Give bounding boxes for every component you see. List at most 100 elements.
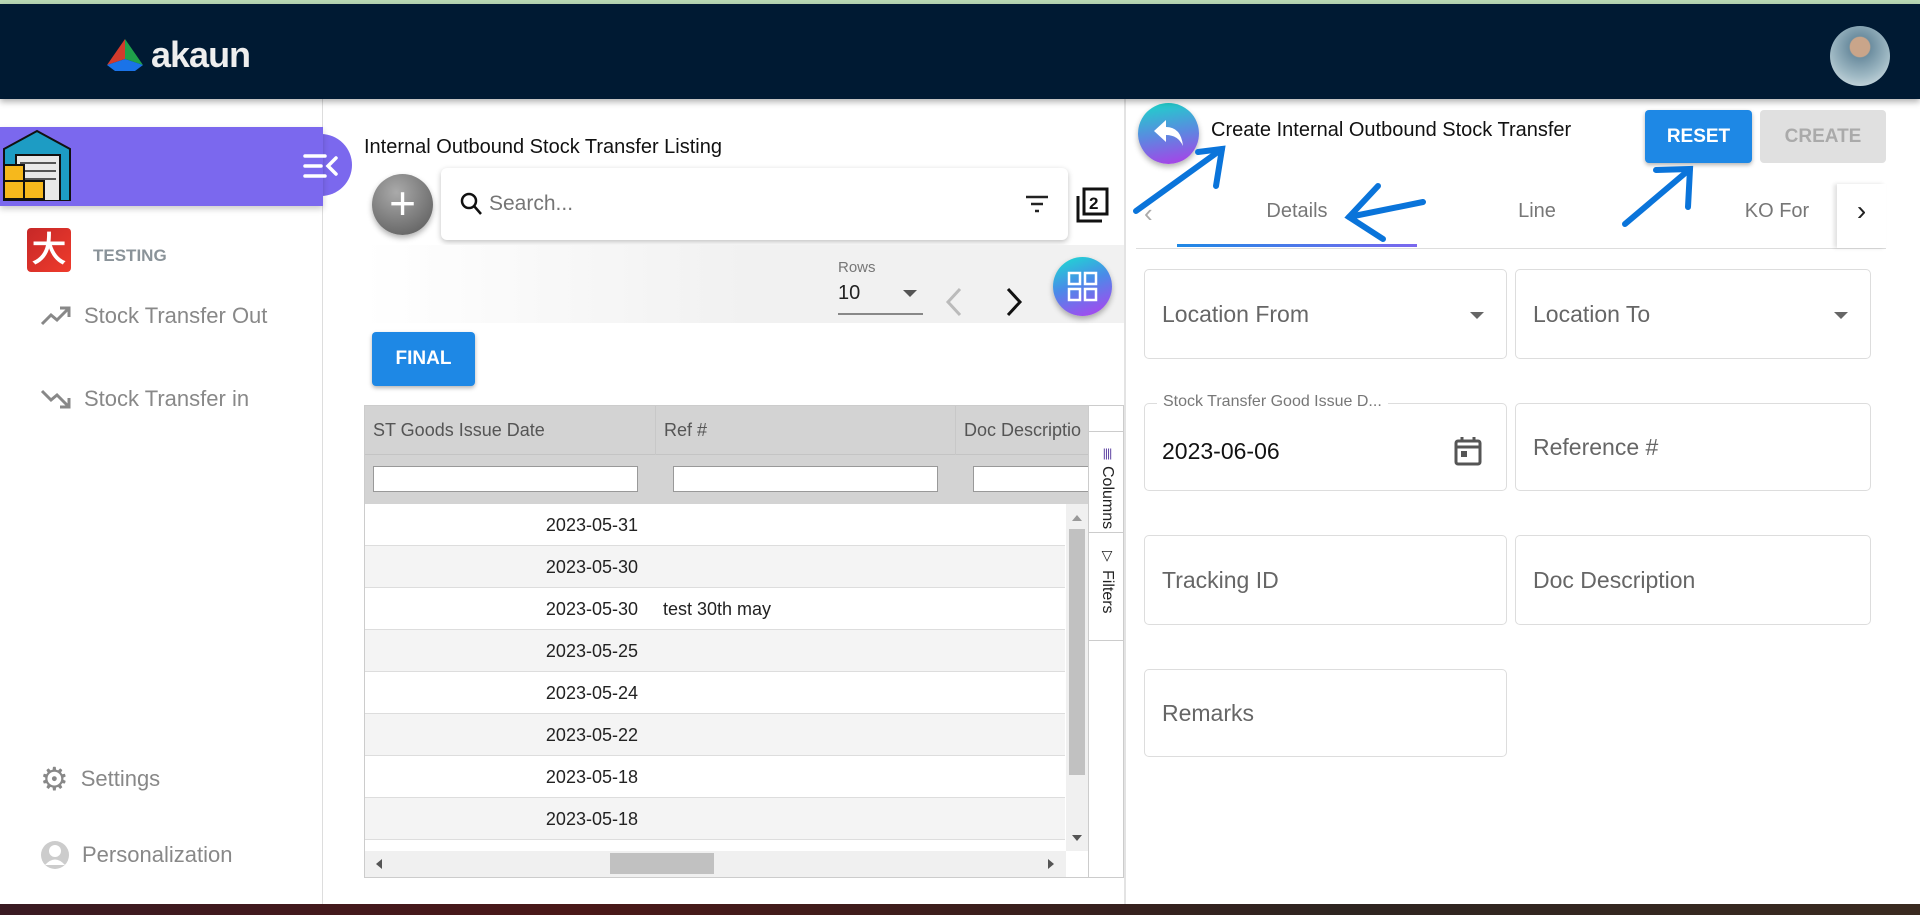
doc-description-filter-input[interactable] — [973, 466, 1093, 492]
scroll-right-icon[interactable] — [1048, 859, 1059, 869]
reference-input[interactable]: Reference # — [1515, 403, 1871, 491]
field-label: Location From — [1162, 300, 1310, 327]
columns-tab-label: Columns — [1099, 466, 1116, 530]
field-label: Reference # — [1533, 433, 1659, 460]
tab-details[interactable]: Details — [1177, 184, 1417, 248]
trending-down-icon — [40, 389, 71, 409]
cell-ref: test 30th may — [663, 599, 772, 619]
gear-icon: ⚙ — [40, 761, 69, 797]
calendar-icon[interactable] — [1454, 436, 1482, 466]
columns-tab[interactable]: |||| Columns — [1089, 431, 1123, 533]
scroll-down-icon[interactable] — [1072, 835, 1082, 846]
search-icon — [460, 192, 482, 215]
sidebar-item-label: Stock Transfer Out — [84, 303, 268, 328]
field-floating-label: Stock Transfer Good Issue D... — [1157, 393, 1388, 411]
cell-date: 2023-05-30 — [545, 599, 638, 619]
rows-value: 10 — [838, 282, 861, 304]
listing-title: Internal Outbound Stock Transfer Listing — [364, 136, 722, 158]
location-from-select[interactable]: Location From — [1144, 269, 1507, 359]
sidebar-item-settings[interactable]: ⚙ Settings — [40, 760, 160, 798]
table-row[interactable]: 2023-05-30 — [365, 546, 1065, 588]
search-bar — [441, 168, 1068, 240]
create-button[interactable]: CREATE — [1760, 110, 1886, 163]
cell-date: 2023-05-18 — [545, 809, 638, 829]
cell-date: 2023-05-22 — [545, 725, 638, 745]
table-header: ST Goods Issue Date Ref # Doc Descriptio — [365, 406, 1088, 455]
column-header-date[interactable]: ST Goods Issue Date — [365, 406, 655, 455]
table-row[interactable]: 2023-05-30 test 30th may — [365, 588, 1065, 630]
ref-filter-input[interactable] — [673, 466, 938, 492]
table-row[interactable]: 2023-05-31 — [365, 504, 1065, 546]
tabs-next-icon[interactable]: › — [1837, 184, 1886, 248]
table-row[interactable]: 2023-05-24 — [365, 672, 1065, 714]
column-header-ref[interactable]: Ref # — [655, 406, 955, 455]
reset-button[interactable]: RESET — [1645, 110, 1752, 163]
cell-date: 2023-05-30 — [545, 557, 638, 577]
tracking-id-input[interactable]: Tracking ID — [1144, 535, 1507, 625]
cell-date: 2023-05-24 — [545, 683, 638, 703]
sidebar-item-personalization[interactable]: Personalization — [40, 840, 232, 870]
filter-list-icon[interactable] — [1024, 194, 1050, 214]
scroll-up-icon[interactable] — [1072, 510, 1082, 521]
copy-2-icon[interactable]: 2 — [1075, 187, 1109, 223]
table-row[interactable]: 2023-05-18 — [365, 798, 1065, 840]
listing-table: ST Goods Issue Date Ref # Doc Descriptio… — [364, 405, 1124, 878]
filter-row — [365, 455, 1093, 504]
date-filter-input[interactable] — [373, 466, 638, 492]
form-tabs: ‹ Details Line KO For › — [1136, 184, 1886, 249]
sidebar-item-label: Personalization — [82, 842, 233, 867]
sidebar-item-label: Settings — [80, 766, 161, 791]
issue-date-value: 2023-06-06 — [1162, 437, 1280, 464]
horizontal-scrollbar[interactable] — [365, 851, 1066, 877]
sidebar-item-stock-transfer-in[interactable]: Stock Transfer in — [40, 386, 249, 412]
field-label: Remarks — [1162, 699, 1255, 726]
rows-select[interactable]: 10 — [838, 282, 923, 315]
tab-line[interactable]: Line — [1417, 184, 1657, 248]
search-input[interactable] — [489, 192, 1024, 216]
field-label: Location To — [1533, 300, 1651, 327]
table-row[interactable]: 2023-05-18 — [365, 756, 1065, 798]
dropdown-arrow-icon — [1470, 312, 1484, 326]
svg-text:2: 2 — [1089, 194, 1098, 213]
issue-date-field[interactable]: Stock Transfer Good Issue D... 2023-06-0… — [1144, 393, 1507, 491]
scroll-thumb[interactable] — [1069, 529, 1085, 775]
collapse-menu-icon[interactable] — [303, 153, 339, 179]
prev-page-icon[interactable] — [942, 286, 966, 318]
scroll-thumb[interactable] — [610, 853, 714, 874]
add-button[interactable]: + — [372, 174, 433, 235]
table-row[interactable] — [365, 840, 1065, 851]
grid-view-button[interactable] — [1053, 257, 1112, 316]
sidebar-item-stock-transfer-out[interactable]: Stock Transfer Out — [40, 303, 267, 329]
column-header-doc-description[interactable]: Doc Descriptio — [955, 406, 1095, 455]
tabs-prev-icon[interactable]: ‹ — [1144, 198, 1153, 229]
org-logo-icon: 大 — [27, 228, 71, 272]
applet-header: Stock Transfer Applet — [0, 127, 323, 321]
remarks-input[interactable]: Remarks — [1144, 669, 1507, 757]
user-avatar[interactable] — [1830, 26, 1890, 86]
dropdown-arrow-icon — [903, 290, 917, 304]
cell-date: 2023-05-18 — [545, 767, 638, 787]
final-button[interactable]: FINAL — [372, 332, 475, 386]
vertical-scrollbar[interactable] — [1066, 504, 1088, 851]
location-to-select[interactable]: Location To — [1515, 269, 1871, 359]
table-row[interactable]: 2023-05-25 — [365, 630, 1065, 672]
akaun-triangle-icon — [107, 39, 143, 71]
funnel-icon: ▽ — [1101, 547, 1113, 563]
os-taskbar — [0, 904, 1920, 915]
org-label: TESTING — [93, 246, 167, 265]
panel-divider[interactable] — [1124, 99, 1126, 904]
table-row[interactable]: 2023-05-22 — [365, 714, 1065, 756]
table-body: 2023-05-31 2023-05-30 2023-05-30 test 30t… — [365, 504, 1066, 851]
next-page-icon[interactable] — [1002, 286, 1026, 318]
trending-up-icon — [40, 306, 71, 326]
grid-side-panel: |||| Columns ▽ Filters — [1088, 406, 1123, 877]
active-tab-indicator — [1177, 244, 1417, 247]
scroll-left-icon[interactable] — [371, 859, 382, 869]
akaun-logo[interactable]: akaun — [105, 34, 251, 76]
app-header: akaun — [0, 4, 1920, 99]
back-button[interactable] — [1138, 103, 1199, 164]
doc-description-input[interactable]: Doc Description — [1515, 535, 1871, 625]
cell-date: 2023-05-31 — [545, 515, 638, 535]
columns-icon: |||| — [1102, 446, 1113, 460]
filters-tab[interactable]: ▽ Filters — [1089, 533, 1123, 641]
